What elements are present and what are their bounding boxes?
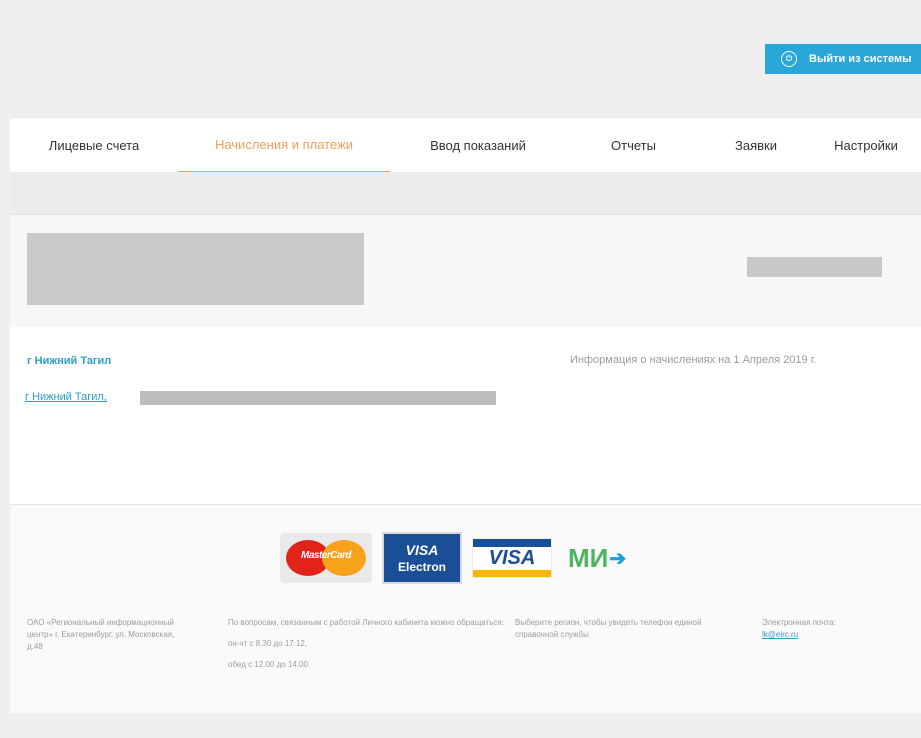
region-note: Выберите регион, чтобы увидеть телефон е… [515, 618, 702, 639]
city-title: г Нижний Тагил [27, 355, 112, 367]
visa-text: VISA [488, 547, 536, 570]
support-info: По вопросам, связанным с работой Личного… [228, 617, 508, 680]
footer: MasterCard VISA Electron VISA МИ ➔ ОАО «Р… [10, 504, 921, 713]
mastercard-logo: MasterCard [280, 533, 372, 583]
account-summary [10, 214, 921, 328]
company-info: ОАО «Региональный информационный центр» … [27, 618, 175, 651]
email-link[interactable]: lk@eirc.ru [762, 630, 798, 639]
subheader-band [10, 172, 921, 214]
logout-icon: ⏻ [781, 51, 797, 67]
redacted-address [140, 391, 496, 405]
main-nav: Лицевые счета Начисления и платежи Ввод … [10, 117, 921, 174]
email-info: Электронная почта: lk@eirc.ru [762, 617, 912, 641]
support-hours: пн-чт с 8.30 до 17.12, [228, 639, 308, 648]
visa-electron-logo: VISA Electron [382, 532, 462, 584]
mir-logo: МИ ➔ [568, 543, 626, 574]
redacted-block [747, 257, 882, 277]
accrual-info: Информация о начислениях на 1 Апреля 201… [570, 354, 817, 366]
visa-logo: VISA [472, 538, 552, 578]
visa-bottom-band [473, 570, 551, 577]
mir-arrow-icon: ➔ [609, 547, 627, 570]
support-lunch: обед с 12.00 до 14.00 [228, 660, 308, 669]
tab-requests[interactable]: Заявки [701, 118, 811, 173]
mir-text: МИ [568, 542, 609, 573]
visa-top-band [473, 539, 551, 548]
visa-electron-bottom: Electron [397, 560, 446, 574]
mastercard-text: MasterCard [300, 550, 352, 561]
email-label: Электронная почта: [762, 618, 836, 627]
visa-electron-top: VISA [405, 542, 439, 558]
support-questions: По вопросам, связанным с работой Личного… [228, 618, 504, 627]
address-link[interactable]: г Нижний Тагил, [25, 391, 107, 403]
redacted-block [27, 233, 364, 305]
header: ⏻ Выйти из системы [10, 0, 921, 117]
payment-cards: MasterCard VISA Electron VISA МИ ➔ [280, 532, 626, 584]
logout-button[interactable]: ⏻ Выйти из системы [765, 44, 921, 74]
tab-settings[interactable]: Настройки [811, 118, 921, 173]
tab-meter-readings[interactable]: Ввод показаний [390, 118, 566, 173]
tab-reports[interactable]: Отчеты [566, 118, 701, 173]
account-details: г Нижний Тагил Информация о начислениях … [10, 327, 921, 504]
page: ⏻ Выйти из системы Лицевые счета Начисле… [10, 0, 921, 738]
tab-charges-payments[interactable]: Начисления и платежи [178, 118, 390, 173]
logout-label: Выйти из системы [809, 53, 912, 65]
tab-accounts[interactable]: Лицевые счета [10, 118, 178, 173]
